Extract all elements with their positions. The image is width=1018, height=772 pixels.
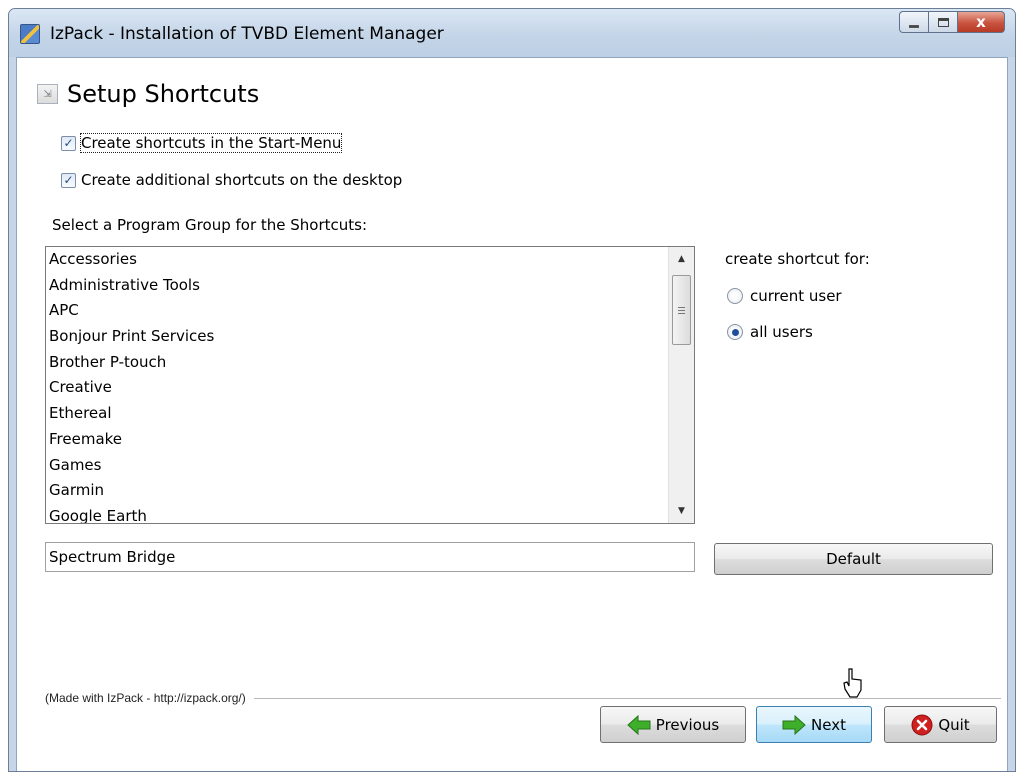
arrow-right-icon [782,714,806,735]
list-item[interactable]: Administrative Tools [48,273,666,299]
shortcut-for-label: create shortcut for: [725,250,870,268]
title-bar[interactable]: IzPack - Installation of TVBD Element Ma… [9,9,1015,57]
arrow-left-icon [627,714,651,735]
all-users-radio[interactable] [727,324,743,340]
stop-icon [911,714,933,736]
quit-label: Quit [938,715,970,734]
close-button[interactable]: x [957,11,1005,33]
program-group-list[interactable]: Accessories Administrative Tools APC Bon… [45,246,695,524]
program-group-name-input[interactable] [45,542,695,572]
desktop-checkbox-row[interactable]: ✓ Create additional shortcuts on the des… [61,171,402,189]
previous-label: Previous [655,715,720,734]
minimize-icon [909,24,919,28]
scroll-thumb[interactable] [672,275,691,345]
izpack-app-icon [20,24,40,44]
list-item[interactable]: Brother P-touch [48,350,666,376]
next-label: Next [811,715,846,734]
program-group-label: Select a Program Group for the Shortcuts… [52,216,368,234]
list-item[interactable]: Google Earth [48,504,666,523]
close-icon: x [976,13,986,31]
previous-button[interactable]: Previous [600,706,746,743]
minimize-button[interactable] [899,11,928,33]
all-users-radio-row[interactable]: all users [727,323,813,341]
list-scrollbar[interactable]: ▲ ▼ [668,247,694,523]
scroll-up-arrow-icon[interactable]: ▲ [669,247,694,271]
all-users-label: all users [750,323,813,341]
list-item[interactable]: Creative [48,375,666,401]
current-user-radio-row[interactable]: current user [727,287,842,305]
default-button[interactable]: Default [714,543,993,575]
list-item[interactable]: APC [48,298,666,324]
desktop-checkbox-label: Create additional shortcuts on the deskt… [81,171,403,189]
installer-window: IzPack - Installation of TVBD Element Ma… [8,8,1016,772]
current-user-label: current user [750,287,842,305]
quit-button[interactable]: Quit [884,706,997,743]
next-button[interactable]: Next [756,706,872,743]
maximize-icon [937,17,949,27]
mouse-pointer-icon [843,668,862,698]
list-item[interactable]: Garmin [48,478,666,504]
window-title: IzPack - Installation of TVBD Element Ma… [50,24,444,44]
list-item[interactable]: Freemake [48,427,666,453]
list-item[interactable]: Accessories [48,247,666,273]
desktop-checkbox[interactable]: ✓ [61,172,76,188]
program-group-items: Accessories Administrative Tools APC Bon… [48,247,666,523]
list-item[interactable]: Bonjour Print Services [48,324,666,350]
start-menu-checkbox[interactable]: ✓ [61,135,76,151]
made-with-izpack-label: (Made with IzPack - http://izpack.org/) [45,691,246,705]
start-menu-checkbox-row[interactable]: ✓ Create shortcuts in the Start-Menu [61,133,343,153]
scroll-down-arrow-icon[interactable]: ▼ [669,499,694,523]
panel-heading: ⇲ Setup Shortcuts [37,80,259,108]
separator-line [253,697,1001,699]
current-user-radio[interactable] [727,288,743,304]
window-controls: x [899,11,1005,35]
shortcut-icon: ⇲ [37,84,58,104]
grip-icon [678,306,685,314]
list-item[interactable]: Ethereal [48,401,666,427]
page-title: Setup Shortcuts [67,80,260,108]
maximize-button[interactable] [928,11,957,33]
list-item[interactable]: Games [48,453,666,479]
installer-panel: ⇲ Setup Shortcuts ✓ Create shortcuts in … [16,57,1008,771]
start-menu-checkbox-label: Create shortcuts in the Start-Menu [79,133,343,153]
